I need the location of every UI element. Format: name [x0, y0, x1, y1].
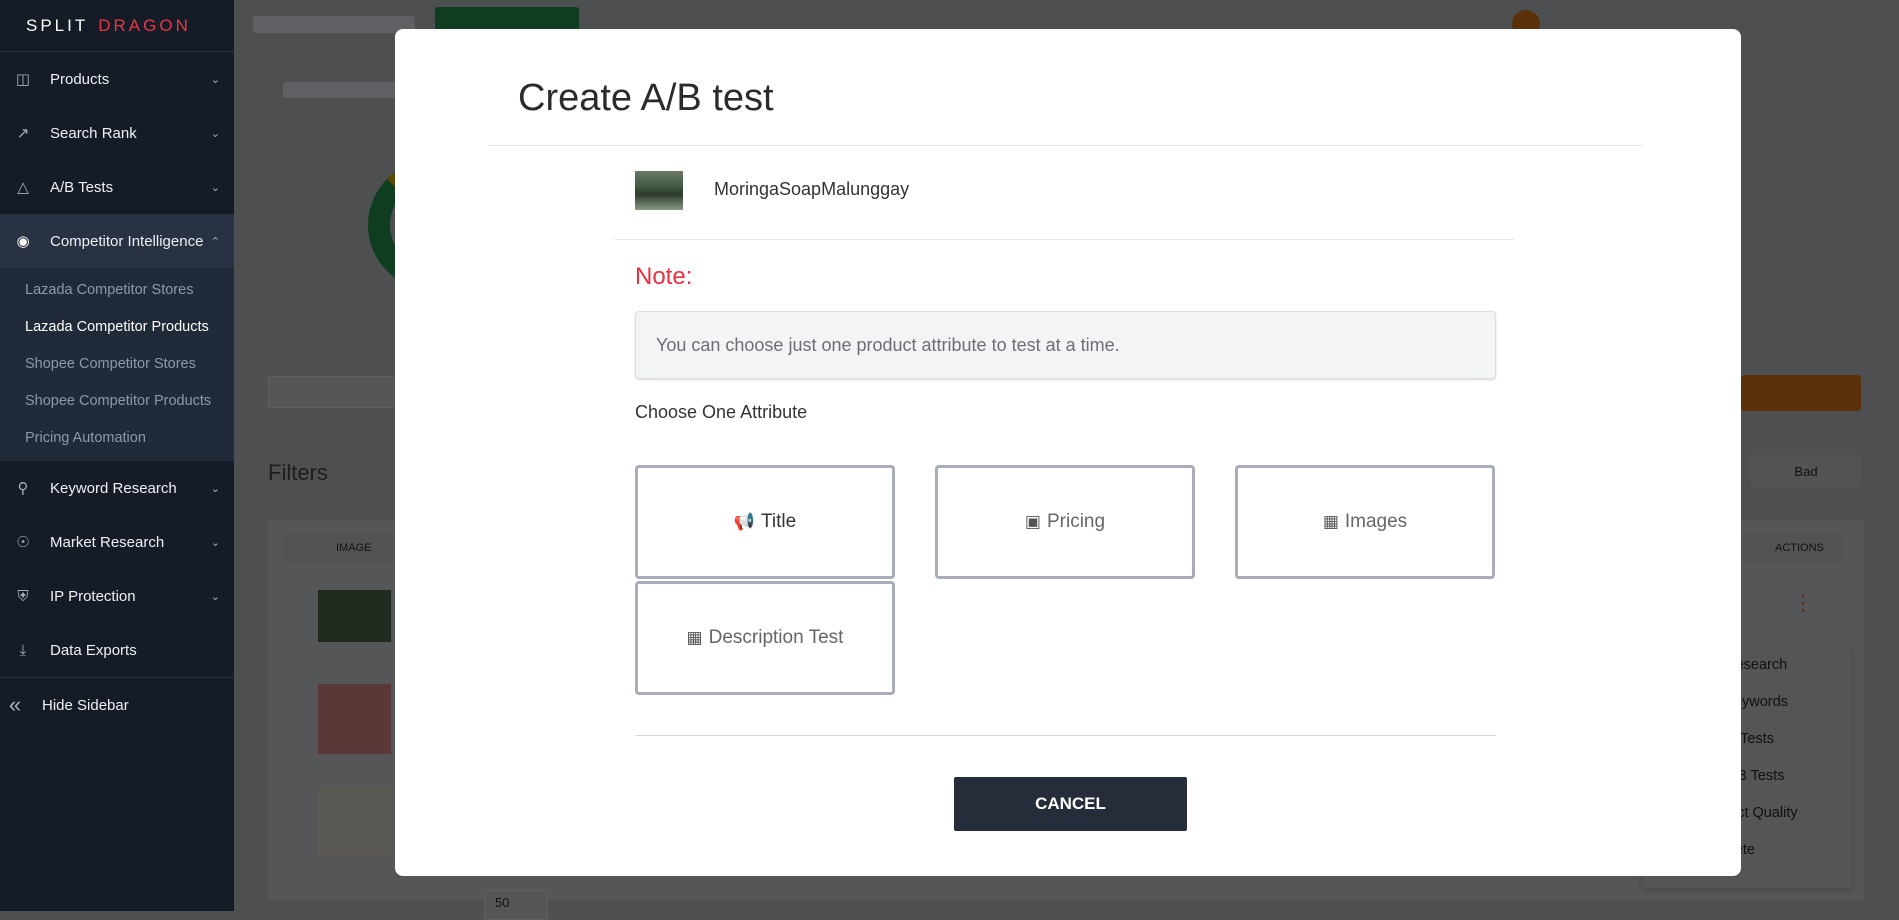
attribute-images-option[interactable]: ▦ Images: [1235, 465, 1495, 579]
subitem-pricing-automation[interactable]: Pricing Automation: [0, 420, 234, 457]
download-icon: ⤓: [19, 641, 27, 659]
subitem-shopee-stores[interactable]: Shopee Competitor Stores: [0, 346, 234, 383]
money-bill-icon: ▣: [1024, 512, 1041, 531]
bad-filter-button[interactable]: Bad: [1751, 455, 1861, 487]
search-field[interactable]: [268, 376, 408, 408]
per-page-select[interactable]: 50: [484, 890, 548, 920]
competitor-submenu: Lazada Competitor Stores Lazada Competit…: [0, 268, 234, 461]
filters-heading: Filters: [268, 460, 328, 485]
shopping-bag-icon: ◫: [15, 71, 31, 88]
chevron-down-icon: ⌄: [210, 181, 220, 194]
subitem-lazada-products[interactable]: Lazada Competitor Products: [0, 309, 234, 346]
sidebar-item-keyword-research[interactable]: ⚲ Keyword Research ⌄: [0, 461, 234, 515]
chevron-down-icon: ⌄: [210, 482, 220, 495]
shield-icon: ⛨: [17, 587, 29, 605]
col-image: IMAGE: [336, 542, 372, 554]
product-name: MoringaSoapMalunggay: [714, 179, 910, 199]
product-image: [318, 787, 391, 857]
note-label: Note:: [635, 263, 693, 290]
subitem-shopee-products[interactable]: Shopee Competitor Products: [0, 383, 234, 420]
sidebar-item-search-rank[interactable]: ↗ Search Rank ⌄: [0, 106, 234, 160]
attribute-pricing-option[interactable]: ▣ Pricing: [935, 465, 1195, 579]
col-actions: ACTIONS: [1775, 542, 1824, 554]
choose-attribute-label: Choose One Attribute: [635, 402, 808, 422]
note-text: You can choose just one product attribut…: [656, 334, 1120, 355]
sidebar-item-market-research[interactable]: ☉ Market Research ⌄: [0, 515, 234, 569]
image-icon: ▦: [686, 628, 703, 647]
double-chevron-left-icon: «: [8, 692, 22, 717]
bullhorn-icon: 📢: [733, 512, 755, 531]
cancel-button[interactable]: CANCEL: [954, 777, 1187, 831]
divider: [615, 239, 1514, 240]
chevron-down-icon: ⌄: [210, 536, 220, 549]
chart-line-icon: ↗: [16, 125, 30, 142]
globe-icon: ☉: [16, 534, 30, 551]
orange-action-button[interactable]: [1741, 375, 1861, 411]
product-image: [318, 684, 391, 754]
page-header-placeholder: [253, 16, 415, 33]
divider: [488, 145, 1642, 146]
image-icon: ▦: [1322, 512, 1339, 531]
subitem-lazada-stores[interactable]: Lazada Competitor Stores: [0, 272, 234, 309]
chevron-down-icon: ⌄: [210, 127, 220, 140]
eye-icon: ◉: [16, 233, 30, 250]
create-ab-test-modal: Create A/B test MoringaSoapMalunggay Not…: [395, 29, 1741, 876]
sidebar-item-data-exports[interactable]: ⤓ Data Exports: [0, 623, 234, 677]
attribute-title-option[interactable]: 📢 Title: [635, 465, 895, 579]
more-actions-icon[interactable]: ⋮: [1792, 592, 1814, 614]
sidebar: SPLIT DRAGON ◫ Products ⌄ ↗ Search Rank ⌄ △ A/…: [0, 0, 234, 911]
product-thumbnail: [635, 171, 683, 210]
attribute-description-option[interactable]: ▦ Description Test: [635, 581, 895, 695]
flask-icon: △: [17, 179, 29, 196]
product-image: [318, 590, 391, 642]
chevron-down-icon: ⌄: [210, 590, 220, 603]
sidebar-item-ip-protection[interactable]: ⛨ IP Protection ⌄: [0, 569, 234, 623]
logo[interactable]: SPLIT DRAGON: [0, 0, 234, 52]
sidebar-item-ab-tests[interactable]: △ A/B Tests ⌄: [0, 160, 234, 214]
hide-sidebar-button[interactable]: «Hide Sidebar: [0, 678, 234, 732]
chevron-down-icon: ⌄: [210, 73, 220, 86]
search-icon: ⚲: [17, 480, 29, 497]
note-box: You can choose just one product attribut…: [635, 311, 1496, 379]
sidebar-item-competitor-intelligence[interactable]: ◉ Competitor Intelligence ⌃: [0, 214, 234, 268]
divider: [635, 735, 1496, 736]
chevron-up-icon: ⌃: [210, 235, 220, 248]
modal-title: Create A/B test: [518, 77, 774, 119]
sidebar-item-products[interactable]: ◫ Products ⌄: [0, 52, 234, 106]
section-title-placeholder: [283, 82, 403, 98]
